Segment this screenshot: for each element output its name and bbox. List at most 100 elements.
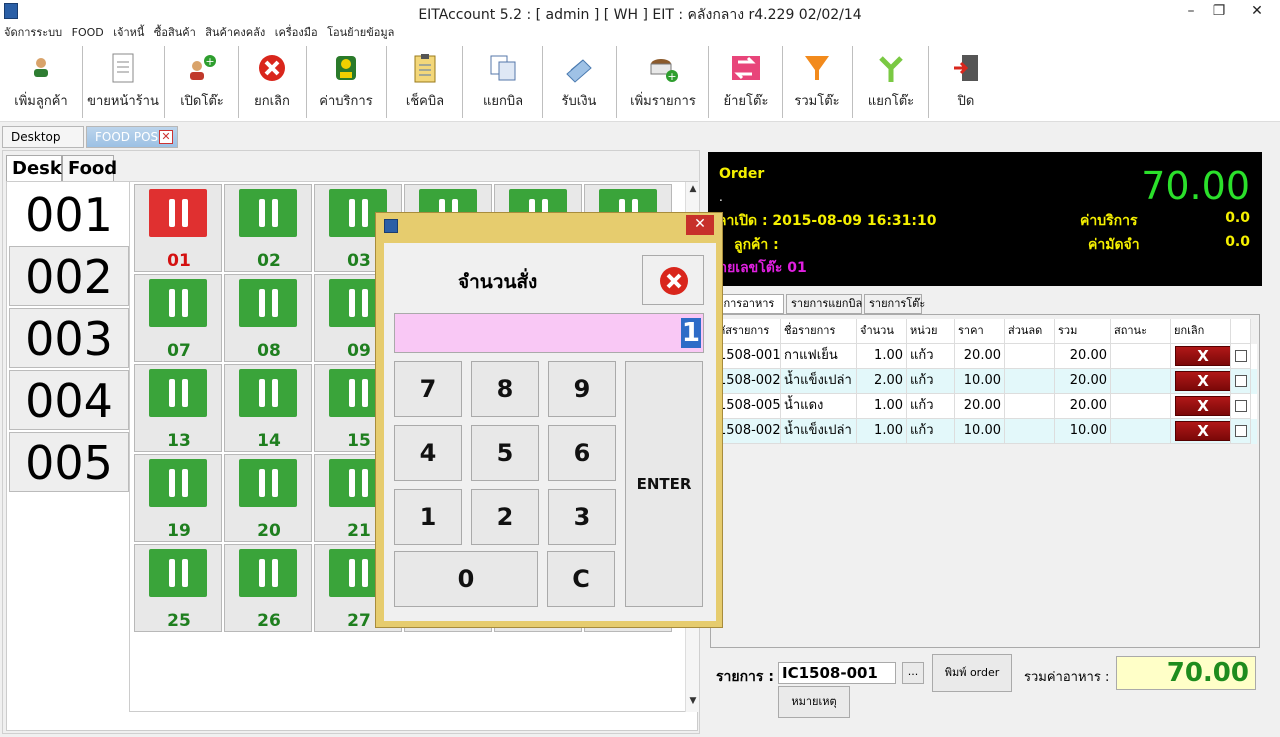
tab-split-bill-list[interactable]: รายการแยกบิล [786, 294, 862, 314]
close-window-button[interactable]: ✕ [1234, 0, 1280, 24]
menu-creditor[interactable]: เจ้าหนี้ [113, 24, 144, 42]
tab-food-pos[interactable]: FOOD POS ✕ [86, 126, 178, 148]
row-checkbox[interactable] [1235, 425, 1247, 437]
cell-status [1111, 344, 1171, 369]
table-button[interactable]: 25 [134, 544, 222, 632]
menu-bar: จัดการระบบ FOOD เจ้าหนี้ ซื้อสินค้า สินค… [0, 24, 1280, 42]
desk-item[interactable]: 005 [9, 432, 129, 492]
row-checkbox[interactable] [1235, 375, 1247, 387]
key-clear[interactable]: C [547, 551, 615, 607]
table-button[interactable]: 07 [134, 274, 222, 362]
column-header[interactable]: หัสรายการ [715, 319, 781, 344]
key-9[interactable]: 9 [548, 361, 616, 417]
menu-system[interactable]: จัดการระบบ [4, 24, 62, 42]
cell-price: 20.00 [955, 394, 1005, 419]
column-header[interactable]: จำนวน [857, 319, 907, 344]
split-bill-label: แยกบิล [482, 94, 524, 109]
note-button[interactable]: หมายเหตุ [778, 686, 850, 718]
fork-knife-icon [149, 369, 207, 417]
add-customer-button[interactable]: เพิ่มลูกค้า [8, 48, 74, 118]
table-row[interactable]: 1508-002 น้ำแข็งเปล่า 1.00 แก้ว 10.00 10.00 X [715, 419, 1257, 444]
menu-inventory[interactable]: สินค้าคงคลัง [205, 24, 265, 42]
column-header[interactable]: ยกเลิก [1171, 319, 1231, 344]
receive-money-button[interactable]: รับเงิน [548, 48, 610, 118]
table-button[interactable]: 13 [134, 364, 222, 452]
table-button[interactable]: 08 [224, 274, 312, 362]
desk-item[interactable]: 003 [9, 308, 129, 368]
table-button[interactable]: 20 [224, 454, 312, 542]
desk-item[interactable]: 002 [9, 246, 129, 306]
funnel-icon [801, 52, 833, 84]
split-table-button[interactable]: แยกโต๊ะ [860, 48, 922, 118]
select-cell [1231, 369, 1251, 394]
key-6[interactable]: 6 [548, 425, 616, 481]
menu-purchase[interactable]: ซื้อสินค้า [154, 24, 196, 42]
column-header[interactable]: หน่วย [907, 319, 955, 344]
menu-data-transfer[interactable]: โอนย้ายข้อมูล [327, 24, 394, 42]
key-3[interactable]: 3 [548, 489, 616, 545]
table-row[interactable]: 1508-002 น้ำแข็งเปล่า 2.00 แก้ว 10.00 20.00 X [715, 369, 1257, 394]
cancel-button[interactable]: ยกเลิก [244, 48, 300, 118]
key-2[interactable]: 2 [471, 489, 539, 545]
food-total-value: 70.00 [1116, 656, 1256, 690]
table-button[interactable]: 26 [224, 544, 312, 632]
deposit-label: ค่ามัดจำ [1088, 237, 1140, 253]
close-button[interactable]: ปิด [936, 48, 996, 118]
desk-item[interactable]: 001 [9, 184, 129, 244]
cancel-item-button[interactable]: X [1175, 396, 1230, 416]
tab-desk[interactable]: Desk [6, 155, 62, 181]
key-1[interactable]: 1 [394, 489, 462, 545]
table-row[interactable]: 1508-001 กาแฟเย็น 1.00 แก้ว 20.00 20.00 X [715, 344, 1257, 369]
close-tab-icon[interactable]: ✕ [159, 130, 173, 144]
tab-table-list[interactable]: รายการโต๊ะ [864, 294, 925, 314]
key-5[interactable]: 5 [471, 425, 539, 481]
cancel-item-button[interactable]: X [1175, 421, 1230, 441]
add-item-button[interactable]: + เพิ่มรายการ [626, 48, 700, 118]
dialog-close-button[interactable]: ✕ [686, 215, 714, 235]
column-header[interactable]: รวม [1055, 319, 1111, 344]
cancel-item-button[interactable]: X [1175, 371, 1230, 391]
sell-front-button[interactable]: ขายหน้าร้าน [86, 48, 160, 118]
key-0[interactable]: 0 [394, 551, 538, 607]
menu-food[interactable]: FOOD [72, 24, 104, 42]
check-bill-button[interactable]: เช็คบิล [394, 48, 456, 118]
menu-tools[interactable]: เครื่องมือ [275, 24, 318, 42]
table-button[interactable]: 19 [134, 454, 222, 542]
column-header[interactable]: ชื่อรายการ [781, 319, 857, 344]
desk-item[interactable]: 004 [9, 370, 129, 430]
table-row[interactable]: 1508-005 น้ำแดง 1.00 แก้ว 20.00 20.00 X [715, 394, 1257, 419]
dialog-cancel-button[interactable] [642, 255, 704, 305]
quantity-input[interactable]: 1 [394, 313, 704, 353]
merge-table-button[interactable]: รวมโต๊ะ [788, 48, 846, 118]
bill-code-field[interactable]: IC1508-001 [778, 662, 896, 684]
cancel-item-button[interactable]: X [1175, 346, 1230, 366]
service-charge-button[interactable]: ค่าบริการ [312, 48, 380, 118]
column-header[interactable]: ส่วนลด [1005, 319, 1055, 344]
minimize-button[interactable]: – [1176, 0, 1206, 24]
move-table-button[interactable]: ย้ายโต๊ะ [716, 48, 776, 118]
column-header[interactable]: ราคา [955, 319, 1005, 344]
key-7[interactable]: 7 [394, 361, 462, 417]
row-checkbox[interactable] [1235, 400, 1247, 412]
tab-food[interactable]: Food [62, 155, 117, 181]
browse-button[interactable]: ... [902, 662, 924, 684]
table-button[interactable]: 14 [224, 364, 312, 452]
enter-button[interactable]: ENTER [625, 361, 703, 607]
table-button[interactable]: 01 [134, 184, 222, 272]
split-bill-button[interactable]: แยกบิล [470, 48, 536, 118]
column-header[interactable]: สถานะ [1111, 319, 1171, 344]
key-8[interactable]: 8 [471, 361, 539, 417]
column-header[interactable] [1231, 319, 1251, 344]
print-order-button[interactable]: พิมพ์ order [932, 654, 1012, 692]
row-checkbox[interactable] [1235, 350, 1247, 362]
scroll-up-icon[interactable]: ▲ [687, 184, 699, 198]
document-tabs: Desktop FOOD POS ✕ [0, 124, 1280, 148]
table-button[interactable]: 02 [224, 184, 312, 272]
maximize-button[interactable]: ❐ [1204, 0, 1234, 24]
open-table-button[interactable]: + เปิดโต๊ะ [168, 48, 236, 118]
scroll-down-icon[interactable]: ▼ [687, 696, 699, 710]
key-4[interactable]: 4 [394, 425, 462, 481]
table-number-label: 13 [167, 431, 191, 451]
app-window: EITAccount 5.2 : [ admin ] [ WH ] EIT : … [0, 0, 1280, 737]
tab-desktop[interactable]: Desktop [2, 126, 84, 148]
